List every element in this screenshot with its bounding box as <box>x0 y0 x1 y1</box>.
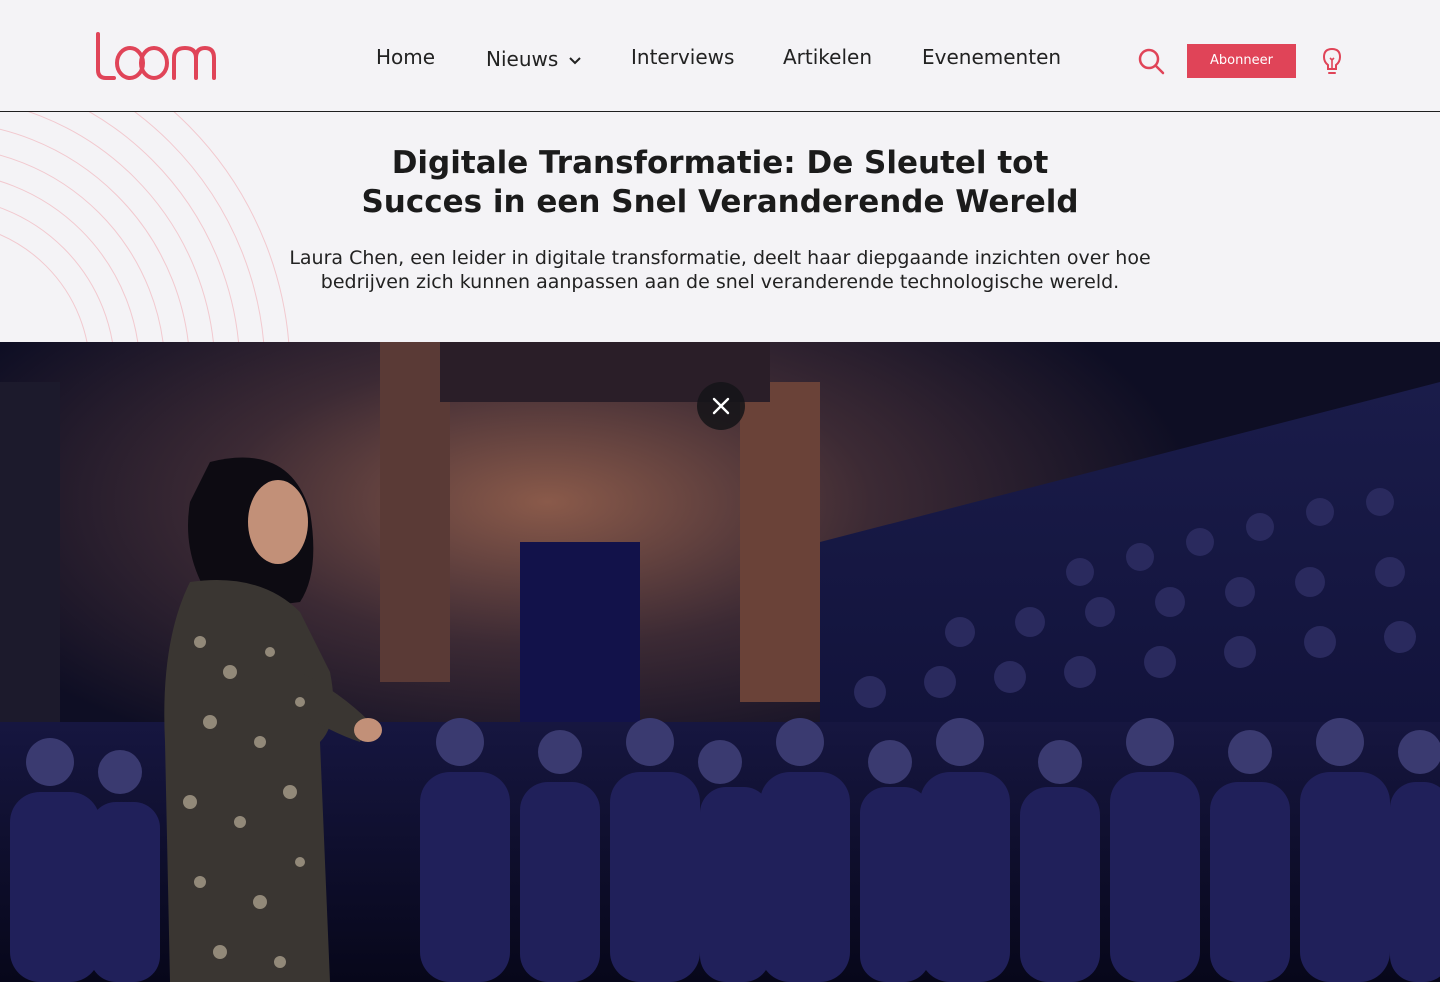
subscribe-button[interactable]: Abonneer <box>1187 44 1296 78</box>
article-subtitle: Laura Chen, een leider in digitale trans… <box>260 246 1180 294</box>
site-header: Home Nieuws Interviews Artikelen Eveneme… <box>0 0 1440 112</box>
article-hero: Digitale Transformatie: De Sleutel tot S… <box>0 112 1440 342</box>
search-icon[interactable] <box>1137 47 1165 75</box>
article-subtitle-line-1: Laura Chen, een leider in digitale trans… <box>289 247 1151 269</box>
nav-nieuws-label: Nieuws <box>486 47 559 71</box>
article-title-line-1: Digitale Transformatie: De Sleutel tot <box>391 145 1049 181</box>
video-player[interactable] <box>0 342 1440 982</box>
video-frame-image <box>0 342 1440 982</box>
chevron-down-icon <box>569 56 581 64</box>
nav-home[interactable]: Home <box>376 45 435 69</box>
nav-nieuws[interactable]: Nieuws <box>486 47 582 71</box>
lightbulb-icon[interactable] <box>1318 46 1346 76</box>
close-icon <box>712 397 730 415</box>
nav-evenementen[interactable]: Evenementen <box>922 45 1061 69</box>
decorative-arcs <box>0 112 290 342</box>
article-title: Digitale Transformatie: De Sleutel tot S… <box>320 144 1120 222</box>
close-video-button[interactable] <box>697 382 745 430</box>
article-title-line-2: Succes in een Snel Veranderende Wereld <box>361 184 1079 220</box>
article-subtitle-line-2: bedrijven zich kunnen aanpassen aan de s… <box>320 271 1120 293</box>
nav-artikelen[interactable]: Artikelen <box>783 45 872 69</box>
nav-interviews[interactable]: Interviews <box>631 45 734 69</box>
